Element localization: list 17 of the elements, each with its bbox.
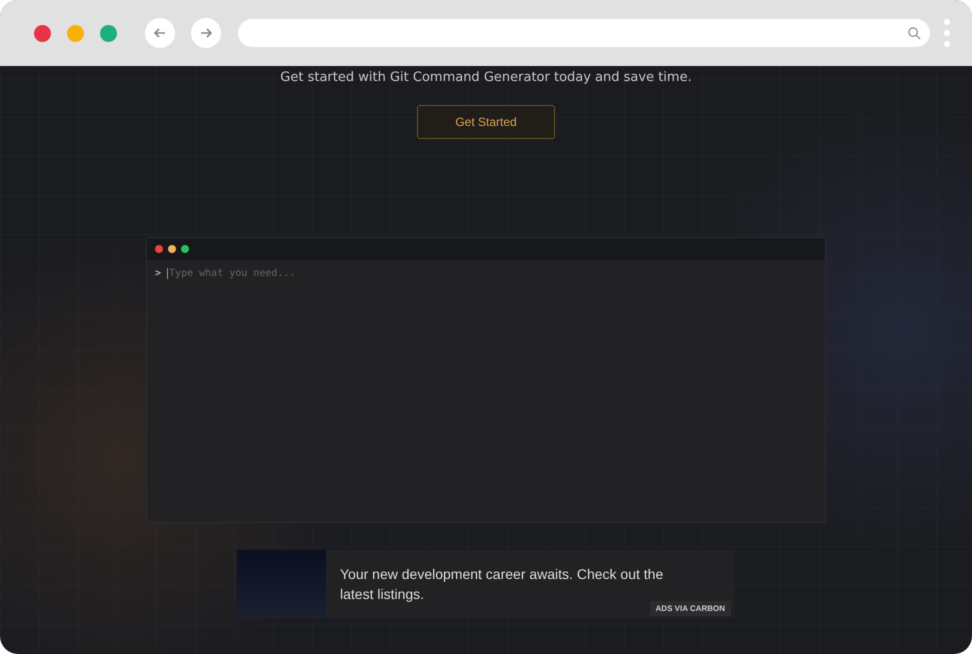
ads-via-carbon-link[interactable]: ADS VIA CARBON — [650, 601, 731, 616]
maximize-icon — [181, 245, 189, 253]
ad-banner[interactable]: Your new development career awaits. Check out the latest listings. ADS VIA CARBON — [237, 550, 735, 618]
search-icon — [907, 26, 922, 40]
menu-icon[interactable] — [944, 18, 950, 48]
prompt-symbol: > — [155, 268, 162, 279]
back-button[interactable] — [145, 18, 175, 48]
hero-subtitle: Get started with Git Command Generator today and save time. — [280, 70, 692, 85]
get-started-button[interactable]: Get Started — [417, 105, 555, 139]
minimize-icon[interactable] — [67, 24, 84, 42]
minimize-icon — [168, 245, 176, 253]
forward-button[interactable] — [191, 18, 221, 48]
command-input[interactable]: Type what you need... — [167, 268, 817, 279]
close-icon — [155, 245, 163, 253]
maximize-icon[interactable] — [100, 24, 117, 42]
ad-text: Your new development career awaits. Check out the latest listings. — [340, 565, 664, 604]
close-icon[interactable] — [34, 24, 51, 42]
